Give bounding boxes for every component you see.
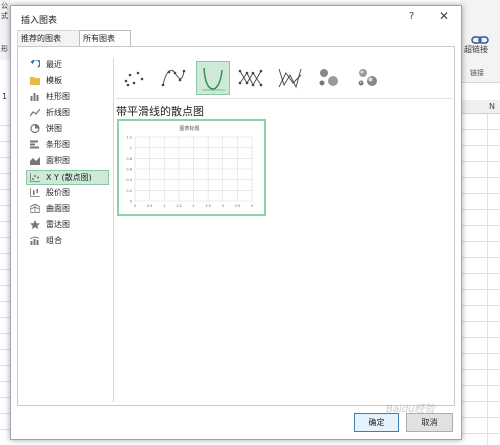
- bubble-3d-icon: [358, 69, 377, 86]
- template-folder-icon: [30, 77, 40, 85]
- preview-y-tick: 0: [130, 200, 132, 204]
- subtype-scatter-smooth-lines[interactable]: [196, 61, 230, 95]
- links-group-label: 链接: [470, 69, 484, 77]
- category-label: 柱形图: [46, 92, 70, 101]
- scatter-smooth-lines-icon: [202, 67, 225, 91]
- row-header-1: 1: [2, 92, 8, 101]
- surface-chart-icon: [30, 204, 40, 213]
- preview-x-tick: 1: [163, 204, 165, 208]
- preview-y-tick: 0.8: [126, 157, 132, 161]
- preview-y-tick: 0.4: [126, 178, 132, 182]
- dialog-title: 插入图表: [21, 16, 58, 26]
- preview-x-tick: 3.5: [235, 204, 241, 208]
- column-header-n[interactable]: N: [489, 102, 495, 111]
- scatter-straight-lines-icon: [278, 68, 302, 89]
- watermark-text: Baidu经验: [386, 404, 435, 415]
- column-chart-icon: [30, 93, 39, 101]
- category-area[interactable]: 面积图: [27, 154, 107, 167]
- pie-chart-icon: [30, 124, 40, 133]
- category-label: 组合: [46, 236, 62, 245]
- category-label: 面积图: [46, 156, 70, 165]
- preview-x-tick: 3: [222, 204, 224, 208]
- category-surface[interactable]: 曲面图: [27, 202, 107, 215]
- subtype-scatter-straight-lines[interactable]: [274, 61, 306, 93]
- tab-recommended-charts[interactable]: 推荐的图表: [17, 30, 85, 46]
- subtype-divider: [116, 98, 452, 99]
- line-chart-icon: [30, 108, 40, 117]
- category-radar[interactable]: 雷达图: [27, 218, 107, 231]
- bar-chart-icon: [30, 140, 39, 149]
- scatter-chart-icon: [30, 173, 40, 182]
- scatter-straight-markers-icon: [238, 69, 263, 87]
- category-label: 条形图: [46, 140, 70, 149]
- selected-subtype-title: 带平滑线的散点图: [116, 105, 204, 118]
- sheet-grid-right[interactable]: [460, 114, 500, 445]
- category-bar[interactable]: 条形图: [27, 138, 107, 151]
- preview-plot: 1.2 1 0.8 0.6 0.4 0.2 00 0.5 1 1.5 2 2.5 3 3.5 4: [126, 136, 254, 209]
- ok-button[interactable]: 确定: [354, 413, 399, 432]
- radar-chart-icon: [30, 220, 40, 229]
- combo-chart-icon: [30, 236, 40, 245]
- subtype-scatter-straight-markers[interactable]: [235, 61, 267, 93]
- preview-x-tick: 0: [134, 204, 136, 208]
- subtype-bubble[interactable]: [313, 61, 345, 93]
- ribbon-left-fragment: 公式 形: [0, 0, 10, 60]
- category-pie[interactable]: 饼图: [27, 122, 107, 135]
- subtype-bubble-3d[interactable]: [352, 61, 384, 93]
- category-label: X Y (散点图): [46, 173, 92, 182]
- category-label: 最近: [46, 60, 62, 69]
- scatter-icon: [124, 71, 144, 87]
- preview-y-tick: 1: [130, 146, 132, 150]
- category-label: 折线图: [46, 108, 70, 117]
- ribbon-tab-formulas[interactable]: 公式: [1, 1, 10, 21]
- tab-all-charts[interactable]: 所有图表: [79, 30, 131, 47]
- category-label: 股价图: [46, 188, 70, 197]
- close-button[interactable]: ✕: [439, 9, 449, 23]
- preview-y-tick: 1.2: [126, 136, 132, 140]
- help-button[interactable]: ?: [409, 11, 414, 22]
- category-label: 曲面图: [46, 204, 70, 213]
- preview-x-tick: 1.5: [176, 204, 182, 208]
- hyperlink-button-label[interactable]: 超链接: [464, 44, 488, 55]
- chart-preview[interactable]: 图表标题 1.2 1 0.8 0.6 0.4 0.2 0 0 0.5 1 1.5 2 2.5 3 3.5 4: [117, 119, 266, 216]
- preview-y-tick: 0.6: [126, 168, 132, 172]
- area-chart-icon: [30, 157, 40, 165]
- category-templates[interactable]: 模板: [27, 74, 107, 87]
- preview-x-tick: 0.5: [147, 204, 153, 208]
- preview-x-tick: 2.5: [205, 204, 211, 208]
- panel-divider: [113, 58, 114, 402]
- sheet-grid-left[interactable]: [0, 110, 10, 445]
- subtype-scatter-smooth-markers[interactable]: [157, 61, 189, 93]
- category-xy-scatter[interactable]: X Y (散点图): [26, 170, 109, 185]
- category-label: 雷达图: [46, 220, 70, 229]
- category-label: 饼图: [46, 124, 62, 133]
- scatter-smooth-markers-icon: [161, 69, 186, 87]
- ribbon-shape-label[interactable]: 形: [1, 44, 8, 54]
- stock-chart-icon: [30, 188, 40, 197]
- category-stock[interactable]: 股价图: [27, 186, 107, 199]
- category-column[interactable]: 柱形图: [27, 90, 107, 103]
- category-line[interactable]: 折线图: [27, 106, 107, 119]
- insert-chart-dialog: 插入图表 ? ✕ 推荐的图表 所有图表 最近 模板 柱形图 折线图 饼图 条形图…: [10, 5, 462, 440]
- bubble-icon: [319, 69, 338, 86]
- preview-x-tick: 2: [192, 204, 194, 208]
- preview-x-tick: 4: [251, 204, 254, 208]
- category-recent[interactable]: 最近: [27, 58, 107, 71]
- category-label: 模板: [46, 76, 62, 85]
- recent-icon: [30, 60, 40, 68]
- preview-y-tick: 0.2: [126, 189, 132, 193]
- subtype-scatter[interactable]: [118, 61, 150, 93]
- category-combo[interactable]: 组合: [27, 234, 107, 247]
- cancel-button[interactable]: 取消: [406, 413, 453, 432]
